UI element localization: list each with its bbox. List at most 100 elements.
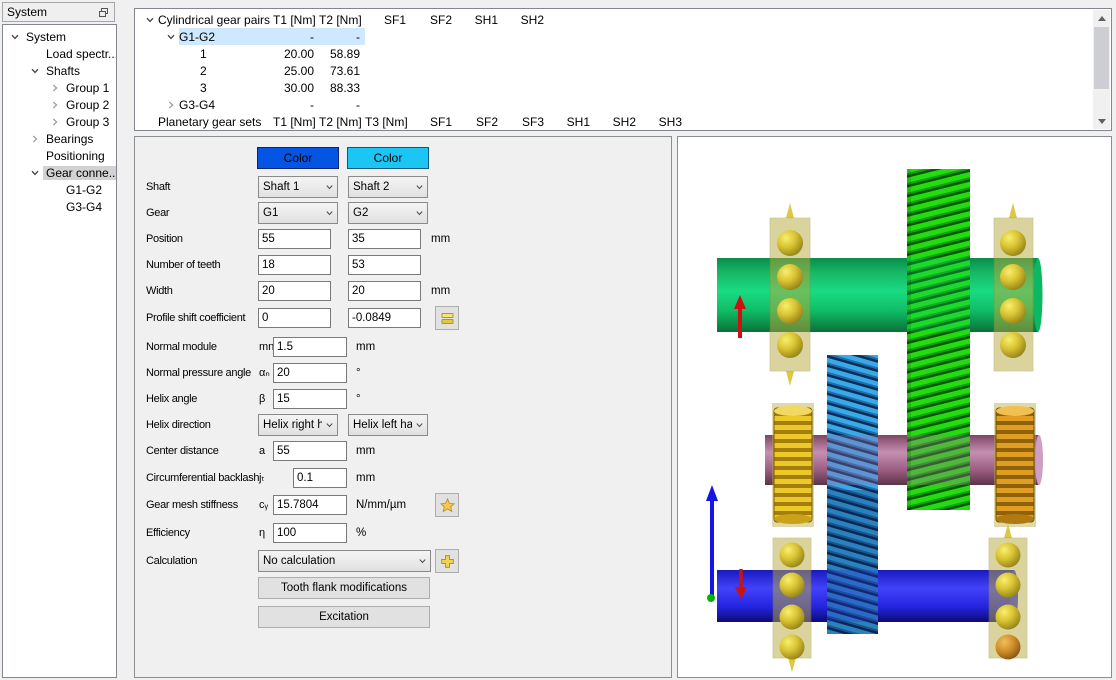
calculation-select[interactable]: No calculation [258,550,431,572]
gear-row-label: 1 [200,47,273,61]
gear-mesh-stiffness-input[interactable] [273,495,347,515]
number-of-teeth-input-2[interactable] [348,255,421,275]
chevron-down-icon[interactable] [7,30,23,44]
normal-module-input[interactable] [273,337,347,357]
equal-bars-button[interactable] [435,306,459,330]
row-indent [136,62,184,79]
chevron-right-icon[interactable] [47,81,63,95]
gear-row-cell: SH1 [457,13,503,27]
sidebar-item-bearings[interactable]: Bearings [3,130,116,147]
gear-table-row-g3-g4[interactable]: G3-G4-- [136,96,1092,113]
helical-gear-green[interactable] [907,169,970,510]
sidebar-item-load-spectr[interactable]: Load spectr... [3,45,116,62]
sidebar-item-group-2[interactable]: Group 2 [3,96,116,113]
sidebar-item-g3-g4[interactable]: G3-G4 [3,198,116,215]
tree-spacer [47,200,63,214]
chevron-down-icon[interactable] [142,13,158,27]
chevron-right-icon[interactable] [163,98,179,112]
unit-label: mm [356,465,375,491]
width-input-2[interactable] [348,281,421,301]
sidebar-item-system[interactable]: System [3,28,116,45]
chevron-down-icon[interactable] [27,166,43,180]
sidebar-item-group-3[interactable]: Group 3 [3,113,116,130]
gear-row-cell: SH3 [641,115,687,129]
gear-table-row-cylindrical-gear-pairs[interactable]: Cylindrical gear pairsT1 [Nm]T2 [Nm]SF1S… [136,11,1092,28]
gear-row-label: 2 [200,64,273,78]
form-row-profile-shift-coefficient: Profile shift coefficient [135,305,671,331]
gold-gear-right[interactable] [994,403,1036,527]
gear-row-cell: - [273,30,319,44]
tooth-flank-modifications-button[interactable]: Tooth flank modifications [258,577,430,599]
position-input-1[interactable] [258,229,331,249]
gold-gear-left[interactable] [772,403,814,527]
helix-direction-select-2-value: Helix left handed [353,419,412,431]
helix-direction-select-1[interactable]: Helix right handed [258,414,338,436]
gear-table-row-planetary-gear-sets[interactable]: Planetary gear setsT1 [Nm]T2 [Nm]T3 [Nm]… [136,113,1092,129]
gear-row-label: 3 [200,81,273,95]
color-button-2[interactable]: Color [347,147,429,169]
number-of-teeth-input-1[interactable] [258,255,331,275]
arrow-up-icon[interactable] [1093,10,1110,26]
bearing-shaft1-right[interactable] [994,203,1033,371]
gear-row-cell: 20.00 [273,47,319,61]
chevron-right-icon[interactable] [47,115,63,129]
star-button[interactable] [435,493,459,517]
shaft-select-2[interactable]: Shaft 2 [348,176,428,198]
gear-table-row-1[interactable]: 120.0058.89 [136,45,1092,62]
vertical-scrollbar[interactable] [1093,10,1110,129]
form-row-efficiency: Efficiencyη% [135,520,671,546]
sidebar-item-group-1[interactable]: Group 1 [3,79,116,96]
bearing-shaft3-right[interactable] [989,524,1027,660]
sidebar-item-g1-g2[interactable]: G1-G2 [3,181,116,198]
normal-module-label: Normal module [146,334,217,360]
gear-row-cell: T3 [Nm] [365,115,411,129]
sidebar-item-gear-conne[interactable]: Gear conne... [3,164,116,181]
sidebar-item-positioning[interactable]: Positioning [3,147,116,164]
gear-row-cell: - [273,98,319,112]
chevron-down-icon [325,209,334,218]
efficiency-input[interactable] [273,523,347,543]
chevron-down-icon[interactable] [163,30,179,44]
arrow-down-icon[interactable] [1093,113,1110,129]
center-distance-input[interactable] [273,441,347,461]
gear-row-cell: T2 [Nm] [319,115,365,129]
tree-spacer [184,47,200,61]
symbol-label: αₙ [259,360,270,386]
width-input-1[interactable] [258,281,331,301]
shaft-select-1[interactable]: Shaft 1 [258,176,338,198]
gear-table-row-g1-g2[interactable]: G1-G2-- [136,28,1092,45]
row-indent [136,96,163,113]
symbol-label: β [259,386,265,412]
tree-item-label: Group 3 [63,115,112,129]
form-row-normal-pressure-angle: Normal pressure angleαₙ° [135,360,671,386]
float-panel-icon[interactable] [96,5,110,19]
helix-angle-input[interactable] [273,389,347,409]
gear-select-1[interactable]: G1 [258,202,338,224]
3d-viewport-canvas[interactable] [678,137,1111,677]
normal-pressure-angle-input[interactable] [273,363,347,383]
plus-button[interactable] [435,549,459,573]
helical-gear-blue[interactable] [827,355,878,634]
chevron-right-icon[interactable] [47,98,63,112]
profile-shift-coefficient-input-1[interactable] [258,308,331,328]
position-input-2[interactable] [348,229,421,249]
profile-shift-coefficient-input-2[interactable] [348,308,421,328]
gear-table-row-3[interactable]: 330.0088.33 [136,79,1092,96]
color-button-1[interactable]: Color [257,147,339,169]
gear-label: Gear [146,200,169,226]
scrollbar-thumb[interactable] [1094,27,1109,89]
excitation-button[interactable]: Excitation [258,606,430,628]
tree-spacer [142,115,158,129]
chevron-down-icon[interactable] [27,64,43,78]
3d-viewport[interactable] [677,136,1112,678]
helix-direction-select-2[interactable]: Helix left handed [348,414,428,436]
gear-select-2[interactable]: G2 [348,202,428,224]
helix-direction-label: Helix direction [146,412,211,438]
chevron-right-icon[interactable] [27,132,43,146]
bearing-shaft3-left[interactable] [773,538,811,672]
bearing-shaft1-left[interactable] [770,203,810,386]
sidebar-item-shafts[interactable]: Shafts [3,62,116,79]
gear-table-row-2[interactable]: 225.0073.61 [136,62,1092,79]
circumferential-backlash-input[interactable] [293,468,347,488]
gear-row-label: G1-G2 [179,30,273,44]
